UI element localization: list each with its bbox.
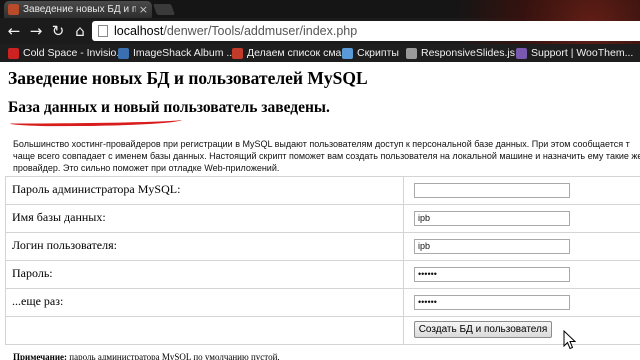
address-bar[interactable]: localhost/denwer/Tools/addmuser/index.ph… [92,21,640,41]
bookmark-label: Support | WooThem... [531,47,634,59]
bookmark-favicon-icon [118,47,129,59]
bookmark-item[interactable]: Скрипты [342,45,399,61]
intro-line: провайдер. Это сильно поможет при отладк… [13,163,280,173]
bookmark-label: Делаем список сма... [247,47,351,59]
url-text[interactable]: localhost/denwer/Tools/addmuser/index.ph… [114,24,357,38]
bookmark-item[interactable]: Делаем список сма... [232,45,350,61]
password-repeat-label: ...еще раз: [5,288,404,317]
reload-button[interactable]: ↻ [48,21,68,41]
tab-close-icon[interactable]: × [139,3,148,16]
form-row-password-repeat: ...еще раз: •••••• [5,288,640,317]
bookmark-favicon-icon [516,47,527,59]
form-row-password: Пароль: •••••• [5,260,640,289]
back-button[interactable]: ← [4,21,24,41]
bookmark-label: ResponsiveSlides.js ... [421,47,527,59]
form-row-user-login: Логин пользователя: ipb [5,232,640,261]
browser-chrome: Заведение новых БД и по × ← → ↻ ⌂ localh… [0,0,640,62]
bookmark-label: ImageShack Album ... [133,47,236,59]
password-label: Пароль: [5,260,404,289]
bookmark-label: Cold Space - Invisio... [23,47,126,59]
bookmark-item[interactable]: ImageShack Album ... [118,45,235,61]
password-repeat-input[interactable]: •••••• [414,295,570,310]
bookmark-favicon-icon [406,47,417,59]
form-row-admin-password: Пароль администратора MySQL: [5,176,640,205]
url-path: /denwer/Tools/addmuser/index.php [163,24,358,38]
url-host: localhost [114,24,164,38]
page-favicon-icon [8,4,19,15]
bookmark-label: Скрипты [357,47,399,59]
user-login-input[interactable]: ipb [414,239,570,254]
note-label: Примечание: [13,352,68,360]
bookmark-favicon-icon [232,47,243,59]
note-text: Примечание: пароль администратора MySQL … [13,352,280,360]
intro-line: Большинство хостинг-провайдеров при реги… [13,139,630,149]
tab-title: Заведение новых БД и по [23,4,136,15]
form-row-submit: Создать БД и пользователя [5,316,640,345]
red-underline-annotation [9,116,183,127]
intro-line: чаще всего совпадает с именем базы данны… [13,151,640,161]
bookmark-item[interactable]: ResponsiveSlides.js ... [406,45,527,61]
password-input[interactable]: •••••• [414,267,570,282]
note-body: пароль администратора MySQL по умолчанию… [67,352,280,360]
user-form-table: Пароль администратора MySQL: Имя базы да… [5,176,640,345]
create-db-user-button[interactable]: Создать БД и пользователя [414,321,552,338]
success-message: База данных и новый пользователь заведен… [8,99,330,116]
new-tab-button[interactable] [152,4,176,15]
intro-paragraph: Большинство хостинг-провайдеров при реги… [13,138,640,174]
admin-password-input[interactable] [414,183,570,198]
tab-active[interactable]: Заведение новых БД и по × [4,1,152,18]
page-title: Заведение новых БД и пользователей MySQL [8,68,368,88]
user-login-label: Логин пользователя: [5,232,404,261]
page-content: Заведение новых БД и пользователей MySQL… [0,62,640,360]
toolbar: ← → ↻ ⌂ localhost/denwer/Tools/addmuser/… [0,18,640,44]
bookmark-favicon-icon [342,47,353,59]
mouse-cursor-icon [563,330,577,350]
db-name-label: Имя базы данных: [5,204,404,233]
forward-button[interactable]: → [26,21,46,41]
home-button[interactable]: ⌂ [70,21,90,41]
page-icon [98,25,108,37]
bookmark-item[interactable]: Support | WooThem... [516,45,633,61]
db-name-input[interactable]: ipb [414,211,570,226]
admin-password-label: Пароль администратора MySQL: [5,176,404,205]
bookmark-favicon-icon [8,47,19,59]
bookmark-item[interactable]: Cold Space - Invisio... [8,45,125,61]
form-row-db-name: Имя базы данных: ipb [5,204,640,233]
bookmarks-bar: Cold Space - Invisio... ImageShack Album… [0,44,640,62]
